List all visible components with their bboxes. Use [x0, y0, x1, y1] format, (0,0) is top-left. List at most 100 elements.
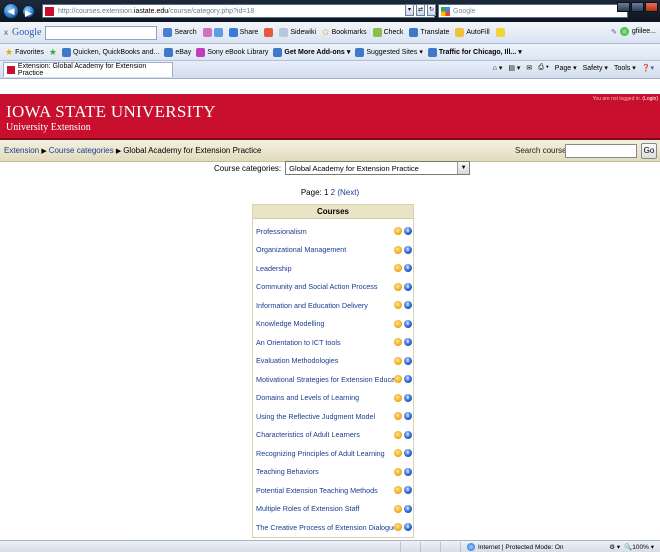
guest-access-icon[interactable] [394, 523, 402, 531]
guest-access-icon[interactable] [394, 356, 402, 365]
toolbar-translate-button[interactable]: Translate [409, 28, 449, 37]
info-icon[interactable]: i [404, 264, 412, 272]
minimize-button[interactable] [617, 2, 630, 12]
course-link[interactable]: Professionalism [256, 227, 394, 236]
course-link[interactable]: Organizational Management [256, 245, 394, 254]
favorites-button[interactable]: ★ Favorites [5, 47, 44, 58]
info-icon[interactable]: i [404, 375, 412, 383]
info-icon[interactable]: i [404, 467, 412, 476]
guest-access-icon[interactable] [394, 301, 402, 309]
guest-access-icon[interactable] [394, 449, 402, 457]
favorite-link[interactable]: Suggested Sites ▾ [355, 47, 423, 57]
guest-access-icon[interactable] [394, 467, 402, 476]
course-link[interactable]: The Creative Process of Extension Dialog… [256, 523, 394, 532]
toolbar-close-icon[interactable]: x [4, 28, 8, 37]
course-link[interactable]: Domains and Levels of Learning [256, 393, 394, 402]
guest-access-icon[interactable] [394, 375, 402, 383]
course-link[interactable]: Potential Extension Teaching Methods [256, 486, 394, 495]
info-icon[interactable]: i [404, 523, 412, 531]
toolbar-sidewiki-button[interactable]: Sidewiki [279, 28, 316, 37]
print-icon[interactable]: ⎙ ▾ [538, 64, 549, 72]
page-2-link[interactable]: 2 [331, 188, 335, 197]
info-icon[interactable]: i [404, 356, 412, 365]
browser-search-box[interactable]: Google [438, 4, 628, 18]
toolbar-check-button[interactable]: Check [372, 28, 403, 37]
toolbar-autofill-button[interactable]: AutoFill [455, 28, 490, 37]
guest-access-icon[interactable] [394, 227, 402, 235]
guest-access-icon[interactable] [394, 393, 402, 402]
back-button[interactable]: ◀ [3, 3, 19, 19]
info-icon[interactable]: i [404, 430, 412, 439]
toolbar-extra-buttons[interactable] [202, 28, 223, 37]
info-icon[interactable]: i [404, 319, 412, 328]
info-icon[interactable]: i [404, 245, 412, 254]
course-link[interactable]: Community and Social Action Process [256, 282, 394, 291]
favorite-link[interactable]: Traffic for Chicago, Ill... ▾ [427, 47, 522, 57]
zoom-control[interactable]: ⚙ ▾ 🔍100% ▾ [609, 543, 654, 551]
search-courses-input[interactable] [565, 144, 637, 158]
guest-access-icon[interactable] [394, 245, 402, 254]
info-icon[interactable]: i [404, 393, 412, 402]
category-select[interactable]: Global Academy for Extension Practice ▼ [285, 161, 471, 175]
add-favorite-button[interactable]: ★ [49, 47, 57, 58]
next-page-link[interactable]: (Next) [337, 188, 359, 197]
close-window-button[interactable] [645, 2, 658, 12]
breadcrumb-extension[interactable]: Extension [4, 146, 39, 155]
tools-menu[interactable]: Tools ▾ [614, 64, 636, 72]
maximize-button[interactable] [631, 2, 644, 12]
guest-access-icon[interactable] [394, 338, 402, 346]
page-tools-icon[interactable]: ⚙ ▾ [609, 543, 620, 551]
wrench-icon[interactable]: ✎ [611, 28, 617, 36]
info-icon[interactable]: i [404, 301, 412, 309]
info-icon[interactable]: i [404, 412, 412, 420]
breadcrumb-course-categories[interactable]: Course categories [49, 146, 114, 155]
guest-access-icon[interactable] [394, 486, 402, 494]
security-zone[interactable]: Internet | Protected Mode: On [467, 543, 564, 551]
course-link[interactable]: Knowledge Modelling [256, 319, 394, 328]
guest-access-icon[interactable] [394, 282, 402, 291]
info-icon[interactable]: i [404, 449, 412, 457]
toolbar-pen-button[interactable] [495, 28, 505, 37]
help-icon[interactable]: ❓▾ [642, 64, 654, 72]
forward-button[interactable]: ▶ [22, 4, 35, 18]
info-icon[interactable]: i [404, 486, 412, 494]
guest-access-icon[interactable] [394, 412, 402, 420]
course-link[interactable]: Evaluation Methodologies [256, 356, 394, 365]
browser-tab[interactable]: Extension: Global Academy for Extension … [3, 62, 173, 77]
guest-access-icon[interactable] [394, 430, 402, 439]
favorite-link[interactable]: eBay [164, 47, 191, 57]
course-link[interactable]: An Orientation to ICT tools [256, 338, 394, 347]
favorite-link[interactable]: Get More Add-ons ▾ [273, 47, 350, 57]
address-bar[interactable]: http://courses.extension. iastate.edu /c… [42, 4, 435, 18]
search-go-button[interactable]: Go [641, 143, 657, 159]
course-link[interactable]: Characteristics of Adult Learners [256, 430, 394, 439]
course-link[interactable]: Leadership [256, 264, 394, 273]
login-link[interactable]: (Login) [642, 96, 658, 102]
course-link[interactable]: Teaching Behaviors [256, 467, 394, 476]
guest-access-icon[interactable] [394, 264, 402, 272]
info-icon[interactable]: i [404, 504, 412, 513]
favorite-link[interactable]: Quicken, QuickBooks and... [61, 47, 159, 57]
refresh-icon[interactable]: ↻ [427, 4, 436, 16]
course-link[interactable]: Using the Reflective Judgment Model [256, 412, 394, 421]
guest-access-icon[interactable] [394, 504, 402, 513]
guest-access-icon[interactable] [394, 319, 402, 328]
home-icon[interactable]: ⌂ ▾ [493, 64, 503, 72]
mail-icon[interactable]: ✉ [526, 64, 532, 72]
zoom-level[interactable]: 🔍100% ▾ [624, 543, 654, 551]
info-icon[interactable]: i [404, 227, 412, 235]
university-name[interactable]: IOWA STATE UNIVERSITY [6, 102, 216, 122]
google-toolbar-input[interactable] [45, 25, 158, 40]
toolbar-account[interactable]: ✎ gfiilee... [611, 27, 656, 36]
toolbar-bookmarks-button[interactable]: ✩ Bookmarks [322, 27, 367, 38]
course-link[interactable]: Recognizing Principles of Adult Learning [256, 449, 394, 458]
info-icon[interactable]: i [404, 338, 412, 346]
toolbar-blog-button[interactable] [264, 28, 274, 37]
toolbar-search-button[interactable]: Search [163, 28, 197, 37]
compat-view-icon[interactable]: ⇄ [416, 4, 425, 16]
course-link[interactable]: Information and Education Delivery [256, 301, 394, 310]
course-link[interactable]: Multiple Roles of Extension Staff [256, 504, 394, 513]
toolbar-share-button[interactable]: Share [228, 28, 258, 37]
page-menu[interactable]: Page ▾ [555, 64, 577, 72]
favorite-link[interactable]: Sony eBook Library [196, 47, 268, 57]
